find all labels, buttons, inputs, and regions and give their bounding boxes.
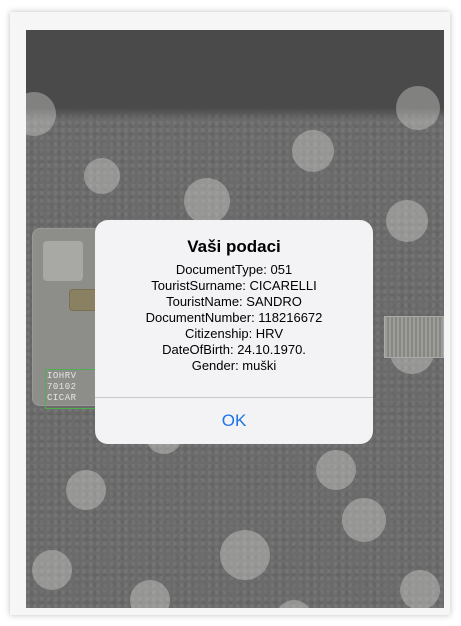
- fabric-dot: [292, 130, 334, 172]
- fabric-dot: [386, 200, 428, 242]
- alert-title: Vaši podaci: [187, 237, 281, 256]
- document-type-line: DocumentType: 051: [175, 262, 293, 277]
- fabric-dot: [84, 158, 120, 194]
- fabric-dot: [184, 178, 230, 224]
- fabric-dot: [316, 450, 356, 490]
- fabric-dot: [400, 570, 440, 608]
- fabric-dot: [276, 600, 312, 608]
- tourist-surname-line: TouristSurname: CICARELLI: [151, 278, 317, 293]
- fabric-dot: [32, 550, 72, 590]
- id-card-barcode-stripe: [384, 316, 444, 358]
- gender-line: Gender: muški: [191, 358, 277, 373]
- date-of-birth-line: DateOfBirth: 24.10.1970.: [162, 342, 306, 357]
- ok-button[interactable]: OK: [95, 398, 373, 444]
- alert-message: DocumentType: 051 TouristSurname: CICARE…: [95, 262, 373, 374]
- fabric-dot: [130, 580, 170, 608]
- fabric-dot: [396, 86, 440, 130]
- alert-dialog: Vaši podaci DocumentType: 051 TouristSur…: [95, 220, 373, 444]
- citizenship-line: Citizenship: HRV: [184, 326, 284, 341]
- fabric-dot: [66, 470, 106, 510]
- dark-surface: [26, 30, 444, 108]
- id-card-photo: [43, 241, 83, 281]
- fabric-dot: [342, 498, 386, 542]
- dark-surface-edge: [26, 108, 444, 120]
- document-number-line: DocumentNumber: 118216672: [145, 310, 323, 325]
- fabric-dot: [220, 530, 270, 580]
- tourist-name-line: TouristName: SANDRO: [166, 294, 302, 309]
